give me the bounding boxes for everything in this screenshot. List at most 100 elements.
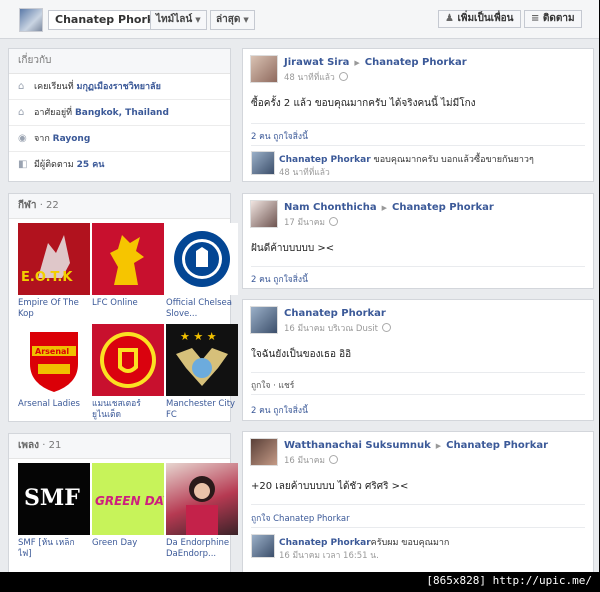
svg-text:★ ★ ★: ★ ★ ★ — [180, 330, 217, 343]
post-time-label: 17 มีนาคม — [284, 218, 325, 228]
music-panel: เพลง · 21 SMF SMF [ห้น เหล็ก ไฟ] GREEN D… — [8, 433, 238, 572]
divider — [251, 527, 585, 528]
privacy-icon — [381, 323, 391, 332]
school-prefix: เคยเรียนที่ — [34, 82, 74, 92]
arrow-right-icon: ▶ — [354, 59, 360, 67]
sports-item[interactable]: Arsenal Arsenal Ladies — [18, 324, 90, 421]
follow-label: ติดตาม — [542, 13, 575, 24]
from-prefix: จาก — [34, 134, 50, 144]
comment-text: Chanatep Phorkarครับผม ขอบคุณมาก — [279, 535, 449, 549]
post-author[interactable]: Jirawat Sira — [284, 57, 349, 68]
add-friend-icon: ♟ — [445, 13, 454, 24]
post-comment: Chanatep Phorkarครับผม ขอบคุณมาก 16 มีนา… — [251, 532, 585, 566]
smf-logo-icon: SMF — [18, 463, 90, 535]
post-likes[interactable]: 2 คน ถูกใจสิ่งนี้ — [251, 129, 308, 143]
lives-prefix: อาศัยอยู่ที่ — [34, 108, 73, 118]
home-icon: ⌂ — [18, 107, 25, 118]
post-time[interactable]: 16 มีนาคม — [284, 453, 338, 467]
divider — [251, 123, 585, 124]
post-text: ใจฉันยังเป็นของเธอ อิอิ — [251, 349, 352, 360]
author-avatar[interactable] — [250, 200, 278, 228]
music-item[interactable]: GREEN DAY Green Day — [92, 463, 164, 560]
facebook-timeline-page: Chanatep Phorkar ไทม์ไลน์ ▼ ล่าสุด ▼ ♟ เพิ… — [0, 0, 599, 572]
privacy-icon — [329, 217, 338, 226]
from-link[interactable]: Rayong — [53, 134, 91, 144]
comment-time[interactable]: 16 มีนาคม เวลา 16:51 น. — [279, 548, 379, 562]
sports-item-label: Arsenal Ladies — [18, 399, 80, 409]
school-link[interactable]: มกุฏเมืองราชวิทยาลัย — [77, 82, 161, 92]
sports-item[interactable]: ★ ★ ★ Manchester City FC — [166, 324, 238, 421]
post-text: ฝันดีค้าบบบบบ >< — [251, 243, 335, 254]
timeline-post: Chanatep Phorkar 16 มีนาคม บริเวณ Dusit … — [242, 299, 594, 421]
divider — [251, 504, 585, 505]
timeline-post: Nam Chonthicha ▶ Chanatep Phorkar 17 มีนาค… — [242, 193, 594, 289]
post-target[interactable]: Chanatep Phorkar — [365, 57, 467, 68]
post-likes[interactable]: 2 คน ถูกใจสิ่งนี้ — [251, 272, 308, 286]
about-lives: ⌂ อาศัยอยู่ที่ Bangkok, Thailand — [9, 100, 230, 126]
post-author[interactable]: Chanatep Phorkar — [284, 308, 386, 319]
sports-item-label: Empire Of The Kop — [18, 298, 79, 319]
lives-link[interactable]: Bangkok, Thailand — [75, 108, 169, 118]
comment-time[interactable]: 48 นาทีที่แล้ว — [279, 165, 330, 179]
music-header[interactable]: เพลง · 21 — [9, 434, 230, 459]
post-time-label: 48 นาทีที่แล้ว — [284, 73, 335, 83]
eotk-logo-icon: E.O.T.K — [18, 223, 90, 295]
post-time[interactable]: 17 มีนาคม — [284, 215, 338, 229]
sports-header[interactable]: กีฬา · 22 — [9, 194, 230, 219]
author-avatar[interactable] — [250, 55, 278, 83]
music-item-label: SMF [ห้น เหล็ก ไฟ] — [18, 538, 75, 559]
mancity-logo-icon: ★ ★ ★ — [166, 324, 238, 396]
commenter-avatar[interactable] — [251, 151, 275, 175]
comment-author[interactable]: Chanatep Phorkar — [279, 155, 371, 165]
post-likes[interactable]: 2 คน ถูกใจสิ่งนี้ — [251, 403, 308, 417]
chevron-down-icon: ▼ — [195, 16, 201, 24]
followers-link[interactable]: 25 คน — [77, 160, 105, 170]
privacy-icon — [329, 455, 338, 464]
svg-text:E.O.T.K: E.O.T.K — [21, 270, 73, 285]
sports-item-label: Manchester City FC — [166, 399, 236, 420]
watermark-text: [865x828] http://upic.me/ — [426, 574, 592, 587]
liverbird-logo-icon — [92, 223, 164, 295]
author-avatar[interactable] — [250, 438, 278, 466]
arrow-right-icon: ▶ — [381, 204, 387, 212]
post-time[interactable]: 48 นาทีที่แล้ว — [284, 70, 348, 84]
location-pin-icon: ◉ — [18, 133, 27, 144]
about-title: เกี่ยวกับ — [18, 55, 52, 66]
greenday-logo-icon: GREEN DAY — [92, 463, 164, 535]
post-actions-label: ถูกใจ · แชร์ — [251, 381, 295, 391]
sports-item[interactable]: LFC Online — [92, 223, 164, 320]
sports-item[interactable]: แมนเชสเตอร์ ยูไนเต็ด — [92, 324, 164, 421]
post-actions[interactable]: ถูกใจ · แชร์ — [251, 378, 294, 392]
comment-body: ครับผม ขอบคุณมาก — [370, 538, 450, 548]
post-author[interactable]: Watthanachai Suksumnuk — [284, 440, 431, 451]
post-time[interactable]: 16 มีนาคม บริเวณ Dusit — [284, 321, 391, 335]
recent-dropdown[interactable]: ล่าสุด ▼ — [210, 10, 255, 30]
about-followers: ◧ มีผู้ติดตาม 25 คน — [9, 152, 230, 177]
about-header[interactable]: เกี่ยวกับ — [9, 49, 230, 74]
followers-prefix: มีผู้ติดตาม — [34, 160, 74, 170]
sports-item[interactable]: E.O.T.K Empire Of The Kop — [18, 223, 90, 320]
about-school: ⌂ เคยเรียนที่ มกุฏเมืองราชวิทยาลัย — [9, 74, 230, 100]
add-friend-button[interactable]: ♟ เพิ่มเป็นเพื่อน — [438, 10, 521, 28]
post-likes[interactable]: ถูกใจ Chanatep Phorkar — [251, 511, 350, 525]
timeline-post: Jirawat Sira ▶ Chanatep Phorkar 48 นาทีที่… — [242, 48, 594, 182]
post-target[interactable]: Chanatep Phorkar — [446, 440, 548, 451]
commenter-avatar[interactable] — [251, 534, 275, 558]
post-target[interactable]: Chanatep Phorkar — [392, 202, 494, 213]
chelsea-logo-icon — [166, 223, 238, 295]
post-header: Nam Chonthicha ▶ Chanatep Phorkar — [284, 202, 494, 213]
timeline-dropdown[interactable]: ไทม์ไลน์ ▼ — [150, 10, 207, 30]
post-author[interactable]: Nam Chonthicha — [284, 202, 377, 213]
post-text: ซื้อครั้ง 2 แล้ว ขอบคุณมากครับ ได้จริงคน… — [251, 98, 476, 109]
music-item[interactable]: Da Endorphine DaEndorp... — [166, 463, 238, 560]
music-item-label: Green Day — [92, 538, 138, 548]
profile-top-bar: Chanatep Phorkar ไทม์ไลน์ ▼ ล่าสุด ▼ ♟ เพิ… — [0, 0, 599, 39]
profile-avatar[interactable] — [19, 8, 43, 32]
timeline-label: ไทม์ไลน์ — [156, 14, 193, 25]
author-avatar[interactable] — [250, 306, 278, 334]
music-item[interactable]: SMF SMF [ห้น เหล็ก ไฟ] — [18, 463, 90, 560]
comment-author[interactable]: Chanatep Phorkar — [279, 538, 371, 548]
post-comment: Chanatep Phorkar ขอบคุณมากครับ บอกแล้วซื… — [251, 149, 585, 183]
sports-item[interactable]: Official Chelsea Slove... — [166, 223, 238, 320]
follow-button[interactable]: ≡ ติดตาม — [524, 10, 582, 28]
